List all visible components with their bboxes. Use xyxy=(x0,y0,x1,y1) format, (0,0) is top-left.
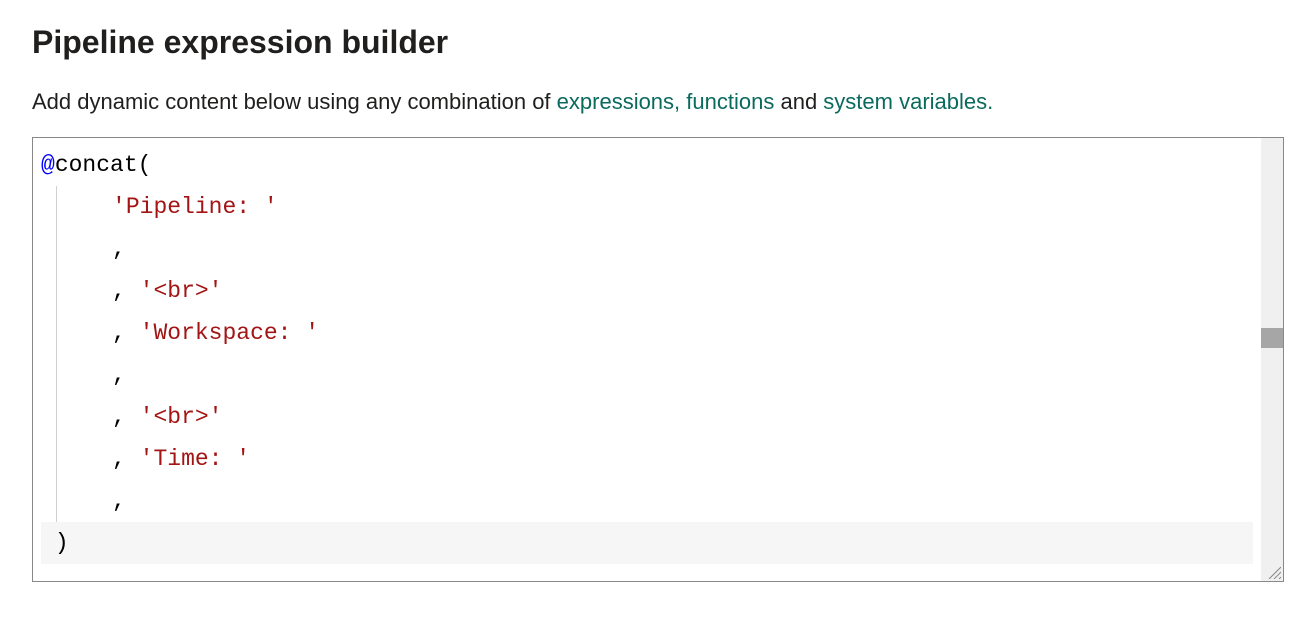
link-functions[interactable]: functions xyxy=(686,89,774,114)
code-line[interactable]: , 'Workspace: ' xyxy=(41,312,1253,354)
code-line[interactable]: 'Pipeline: ' xyxy=(41,186,1253,228)
code-line[interactable]: , xyxy=(41,228,1253,270)
subtitle-middle: and xyxy=(774,89,823,114)
code-line[interactable]: , 'Time: ' xyxy=(41,438,1253,480)
editor-content[interactable]: @concat( 'Pipeline: ' , , '<br>' , 'Work… xyxy=(33,138,1261,581)
code-line[interactable]: , '<br>' xyxy=(41,270,1253,312)
expression-editor[interactable]: @concat( 'Pipeline: ' , , '<br>' , 'Work… xyxy=(32,137,1284,582)
editor-scrollbar-track[interactable] xyxy=(1261,138,1283,581)
subtitle-prefix: Add dynamic content below using any comb… xyxy=(32,89,557,114)
code-line[interactable]: , '<br>' xyxy=(41,396,1253,438)
code-line[interactable]: , xyxy=(41,480,1253,522)
page-title: Pipeline expression builder xyxy=(32,24,1276,61)
editor-scrollbar-thumb[interactable] xyxy=(1261,328,1283,348)
code-line[interactable]: , xyxy=(41,354,1253,396)
code-line[interactable]: @concat( xyxy=(41,144,1253,186)
code-line[interactable]: ) xyxy=(41,522,1253,564)
link-expressions[interactable]: expressions, xyxy=(557,89,681,114)
link-system-variables[interactable]: system variables. xyxy=(823,89,993,114)
subtitle-text: Add dynamic content below using any comb… xyxy=(32,89,1276,115)
